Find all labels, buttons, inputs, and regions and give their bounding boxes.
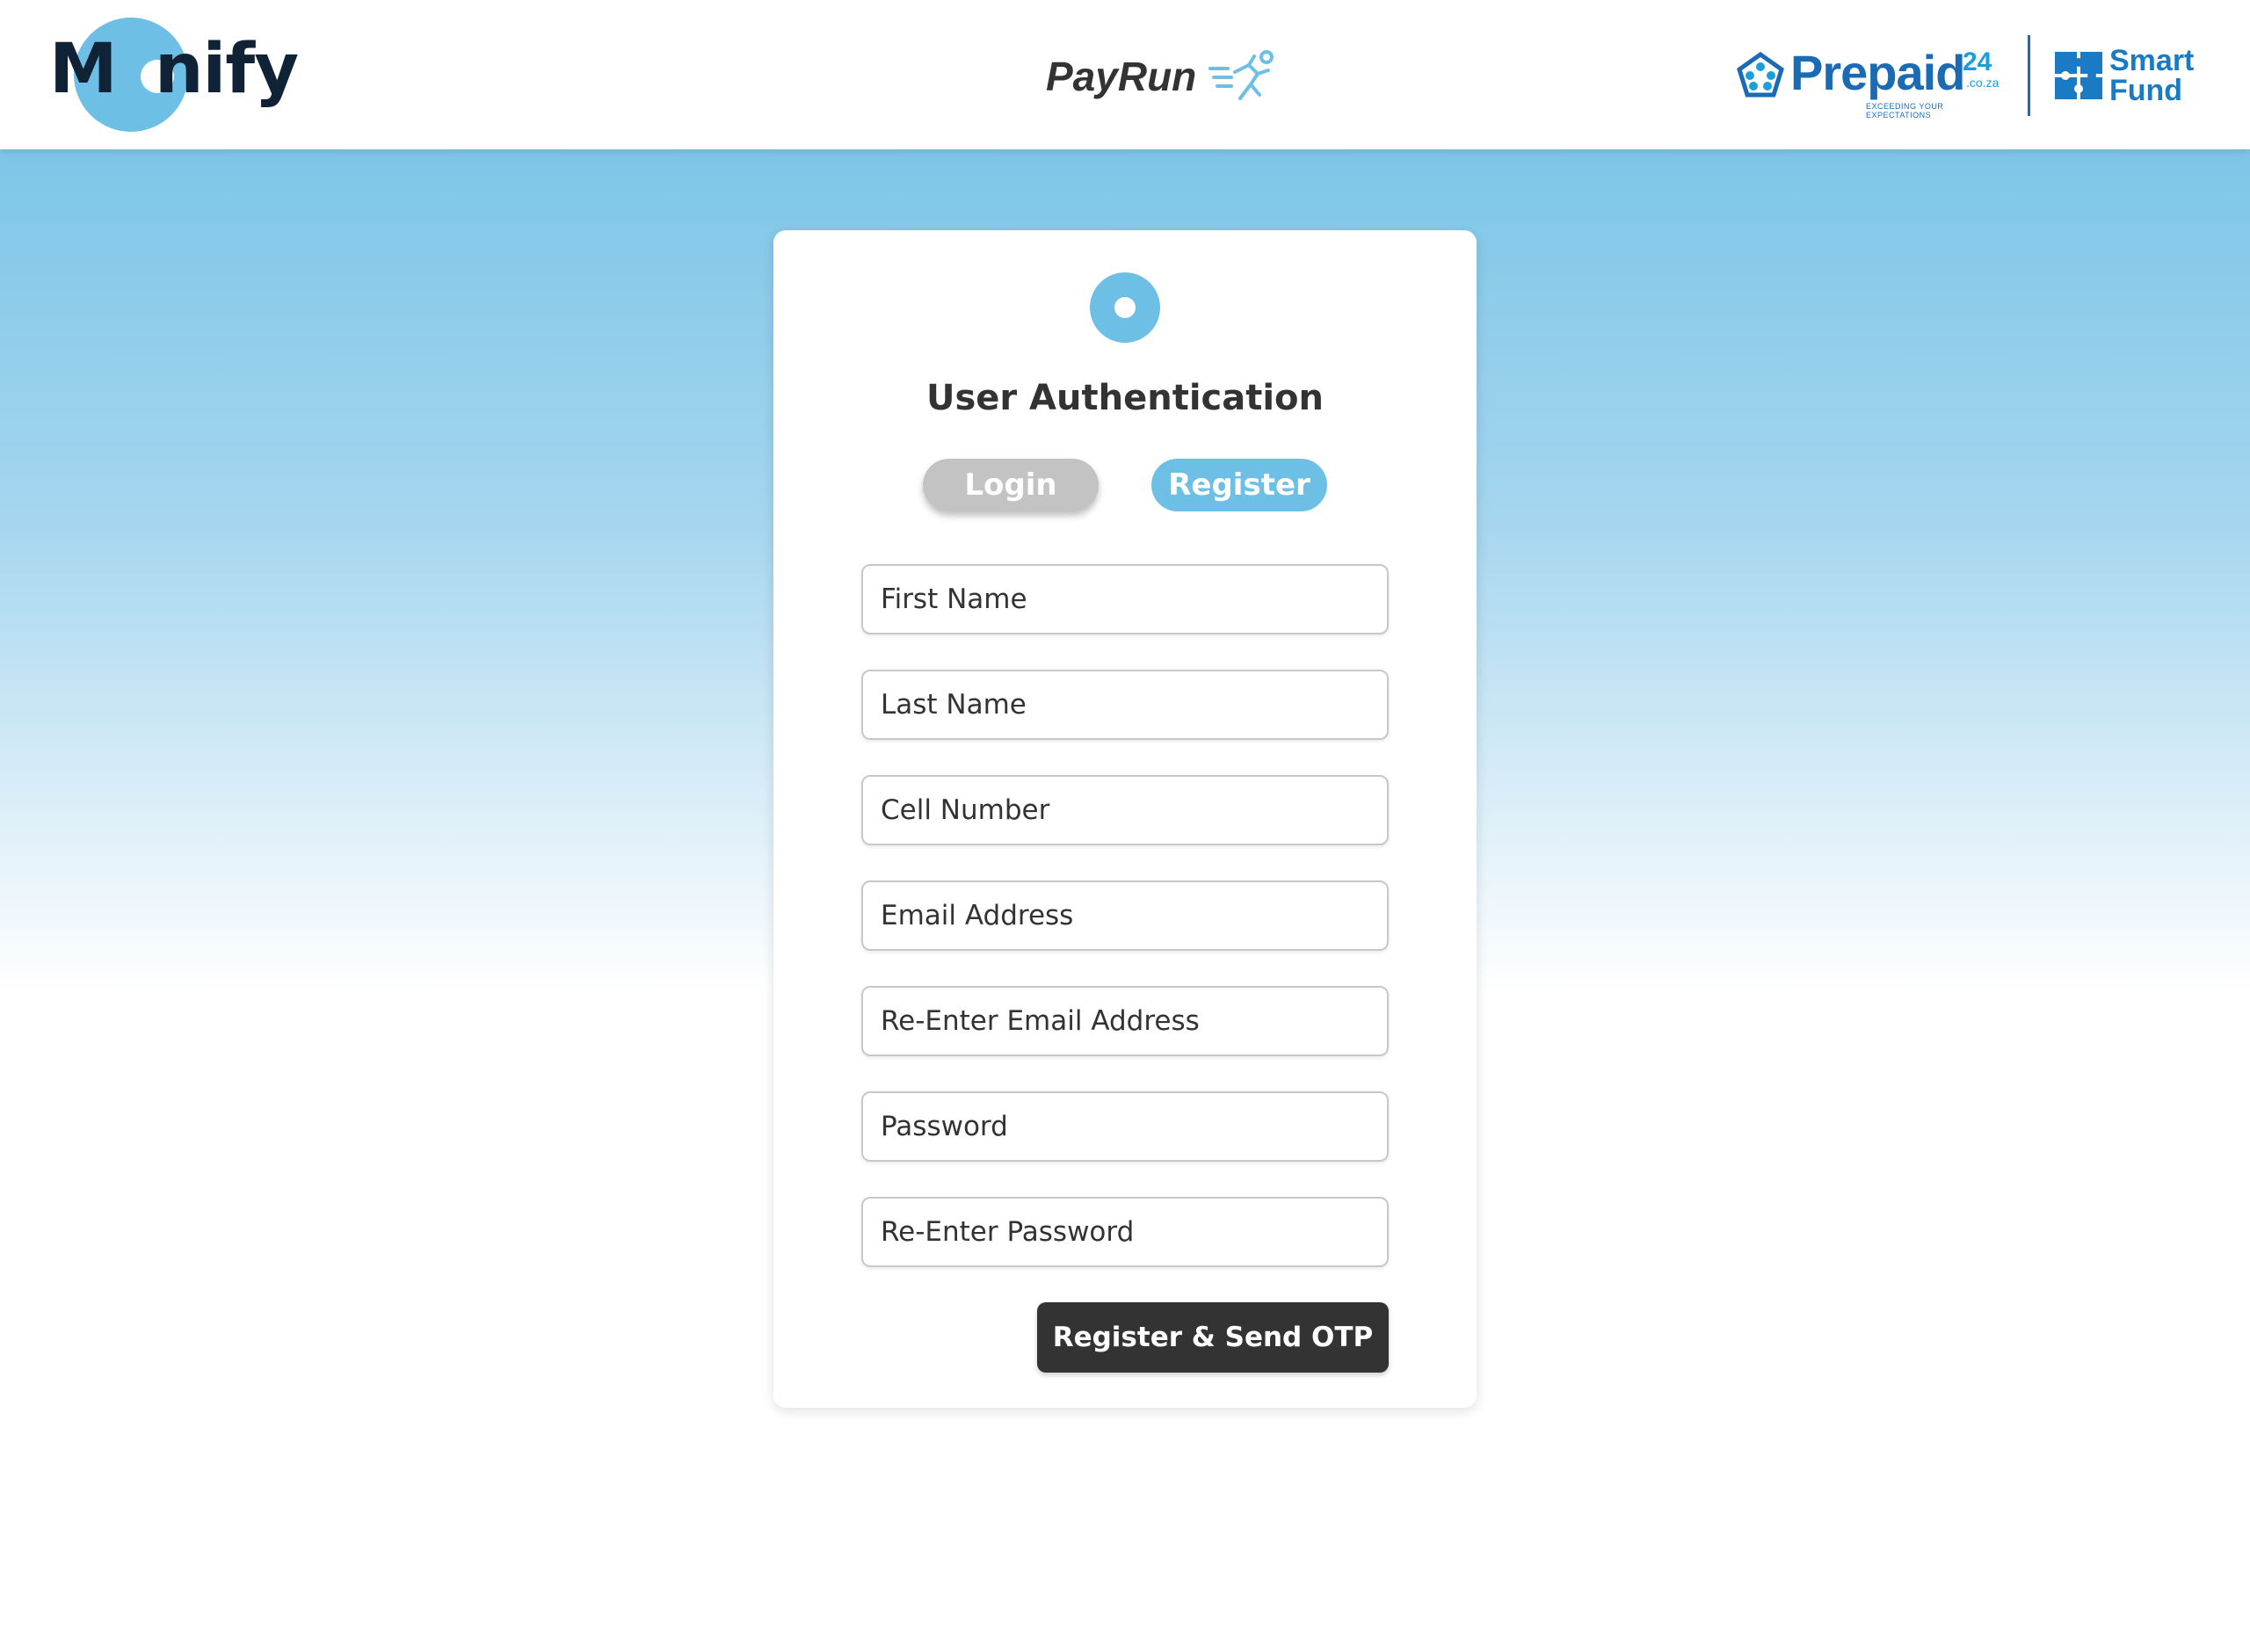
register-send-otp-button[interactable]: Register & Send OTP	[1037, 1302, 1389, 1373]
monify-logo[interactable]: M nify	[49, 16, 299, 134]
first-name-input[interactable]	[861, 564, 1389, 634]
card-logo-icon	[1090, 272, 1160, 343]
page-title: User Authentication	[925, 378, 1325, 418]
smartfund-line2: Fund	[2109, 74, 2183, 107]
tab-register[interactable]: Register	[1151, 459, 1327, 511]
prepaid-tagline: EXCEEDING YOUR EXPECTATIONS	[1866, 102, 1944, 120]
prepaid-domain: .co.za	[1966, 76, 2000, 90]
partner-logos: Prepaid 24 .co.za EXCEEDING YOUR EXPECTA…	[1736, 33, 2194, 120]
top-header: M nify PayRun Prepaid 24 .co.za EXCEEDIN…	[0, 0, 2250, 149]
prepaid24-logo: Prepaid 24 .co.za EXCEEDING YOUR EXPECTA…	[1790, 40, 2010, 120]
app-name: PayRun	[1046, 54, 1197, 99]
password-input[interactable]	[861, 1091, 1389, 1162]
smartfund-logo: Smart Fund	[2109, 46, 2194, 105]
prepaid-name: Prepaid	[1790, 45, 1965, 100]
partner-divider	[2028, 35, 2030, 116]
email-confirm-input[interactable]	[861, 986, 1389, 1056]
email-input[interactable]	[861, 880, 1389, 951]
password-confirm-input[interactable]	[861, 1197, 1389, 1267]
monify-logo-letter: M	[49, 30, 118, 109]
monify-logo-text: nify	[155, 30, 299, 109]
auth-card: User Authentication Login Register Regis…	[773, 230, 1477, 1408]
puzzle-icon	[2055, 52, 2102, 99]
tab-login[interactable]: Login	[923, 459, 1099, 511]
payrun-logo: PayRun	[1046, 46, 1275, 107]
prepaid-number: 24	[1963, 47, 1992, 76]
card-logo-dot	[1114, 297, 1136, 318]
smartfund-line1: Smart	[2109, 44, 2195, 77]
pentagon-people-icon	[1737, 51, 1784, 98]
runner-icon	[1208, 50, 1274, 100]
last-name-input[interactable]	[861, 670, 1389, 740]
cell-number-input[interactable]	[861, 775, 1389, 845]
